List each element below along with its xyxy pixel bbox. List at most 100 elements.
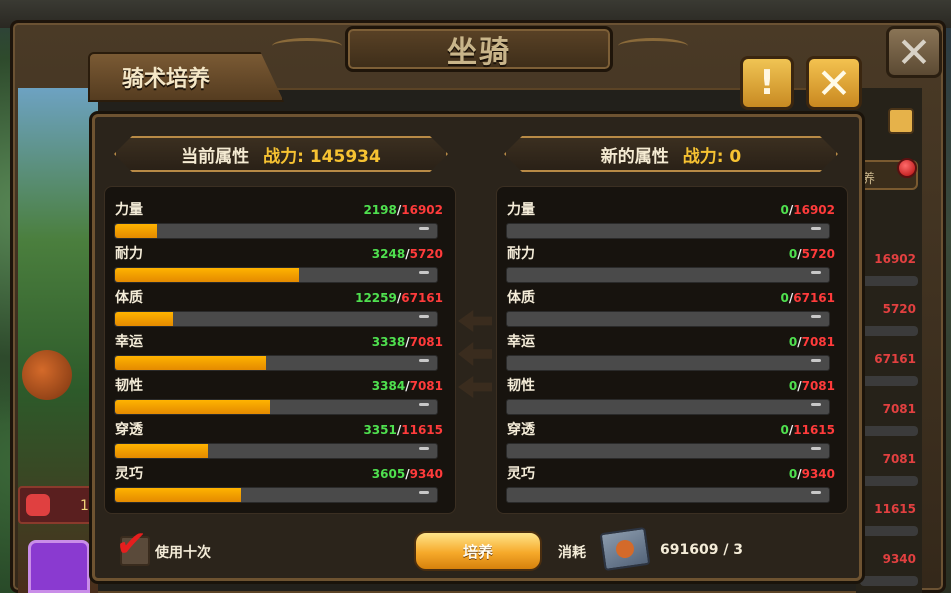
stat-row: 耐力 3248/5720 <box>105 231 455 283</box>
bg-right-bar <box>860 376 918 386</box>
stat-max: 9340 <box>801 467 835 481</box>
window-title: 坐骑 <box>345 26 613 72</box>
stat-current: 12259 <box>355 291 397 305</box>
bar-glint <box>811 359 821 362</box>
bg-right-value: 11615 <box>874 502 916 516</box>
stat-name: 穿透 <box>115 422 143 438</box>
stat-max: 5720 <box>801 247 835 261</box>
stat-progress-bar <box>114 487 438 503</box>
exclamation-icon: ! <box>759 63 775 103</box>
section-tab-label: 骑术培养 <box>122 67 211 92</box>
stat-max: 9340 <box>409 467 443 481</box>
stat-current: 3338 <box>371 335 406 349</box>
stat-row: 穿透 0/11615 <box>497 407 847 459</box>
bg-right-bar <box>860 526 918 536</box>
stat-value: 0/11615 <box>781 423 836 437</box>
stat-current: 3248 <box>371 247 406 261</box>
close-button[interactable]: ✕ <box>806 56 862 110</box>
stat-max: 7081 <box>409 379 443 393</box>
stat-name: 耐力 <box>507 246 535 262</box>
stat-value: 3384/7081 <box>372 379 443 393</box>
bar-glint <box>419 359 429 362</box>
bar-glint <box>811 403 821 406</box>
stat-value: 3605/9340 <box>372 467 443 481</box>
stat-current: 0 <box>788 467 798 481</box>
bg-info-button[interactable] <box>888 108 914 134</box>
stat-name: 幸运 <box>507 334 535 350</box>
cost-value: 691609 / 3 <box>660 542 744 558</box>
stat-name: 幸运 <box>115 334 143 350</box>
stat-name: 灵巧 <box>507 466 535 482</box>
train-button[interactable]: 培养 <box>414 531 542 571</box>
bar-glint <box>811 447 821 450</box>
bar-glint <box>811 315 821 318</box>
bar-glint <box>419 315 429 318</box>
bar-glint <box>419 447 429 450</box>
stat-row: 体质 0/67161 <box>497 275 847 327</box>
stat-name: 力量 <box>115 202 143 218</box>
bar-glint <box>811 491 821 494</box>
stat-current: 0 <box>780 203 789 217</box>
stat-value: 0/67161 <box>781 291 836 305</box>
stat-current: 0 <box>780 423 789 437</box>
stat-name: 穿透 <box>507 422 535 438</box>
stat-max: 16902 <box>401 203 443 217</box>
bg-right-value: 7081 <box>882 452 916 466</box>
stat-max: 67161 <box>401 291 443 305</box>
stat-name: 韧性 <box>115 378 143 394</box>
bg-right-bar <box>860 476 918 486</box>
training-book-icon <box>599 526 651 572</box>
stat-value: 3351/11615 <box>363 423 443 437</box>
section-tab[interactable]: 骑术培养 <box>88 52 284 102</box>
stat-current: 3605 <box>371 467 406 481</box>
window-close-button[interactable]: ✕ <box>886 26 942 78</box>
stat-row: 体质 12259/67161 <box>105 275 455 327</box>
stat-max: 5720 <box>409 247 443 261</box>
stat-value: 0/7081 <box>789 379 835 393</box>
window-title-text: 坐骑 <box>447 35 511 70</box>
stat-name: 力量 <box>507 202 535 218</box>
stat-current: 0 <box>788 335 798 349</box>
info-button[interactable]: ! <box>740 56 794 110</box>
bg-right-value: 16902 <box>874 252 916 266</box>
current-attr-header: 当前属性 战力: 145934 <box>114 136 448 172</box>
stat-max: 16902 <box>793 203 835 217</box>
stat-progress-fill <box>115 488 241 502</box>
mount-avatar[interactable] <box>28 540 90 593</box>
stat-row: 灵巧 3605/9340 <box>105 451 455 503</box>
stat-max: 7081 <box>409 335 443 349</box>
bg-right-bar <box>860 326 918 336</box>
stat-max: 67161 <box>793 291 835 305</box>
stat-row: 韧性 3384/7081 <box>105 363 455 415</box>
book-emblem <box>614 538 636 560</box>
bg-right-bar <box>860 276 918 286</box>
stat-row: 穿透 3351/11615 <box>105 407 455 459</box>
new-attr-header: 新的属性 战力: 0 <box>504 136 838 172</box>
stat-name: 灵巧 <box>115 466 143 482</box>
bar-glint <box>419 271 429 274</box>
stat-value: 12259/67161 <box>355 291 443 305</box>
heart-icon <box>26 494 50 516</box>
stat-max: 7081 <box>801 379 835 393</box>
close-icon: ✕ <box>896 27 932 77</box>
bg-right-value: 5720 <box>882 302 916 316</box>
new-stats-panel: 力量 0/16902 耐力 0/5720 体质 0/67161 幸运 0/7081 韧性 0/70… <box>496 186 848 514</box>
stat-current: 0 <box>788 247 798 261</box>
stat-max: 7081 <box>801 335 835 349</box>
stat-current: 3384 <box>371 379 406 393</box>
stat-value: 0/9340 <box>789 467 835 481</box>
stat-row: 灵巧 0/9340 <box>497 451 847 503</box>
stat-row: 幸运 3338/7081 <box>105 319 455 371</box>
new-power: 战力: 0 <box>682 146 742 167</box>
bg-right-value: 67161 <box>874 352 916 366</box>
current-attr-label: 当前属性 <box>181 146 250 167</box>
current-power: 战力: 145934 <box>263 146 381 167</box>
stat-row: 力量 2198/16902 <box>105 187 455 239</box>
bar-glint <box>419 227 429 230</box>
bar-glint <box>419 403 429 406</box>
stat-row: 幸运 0/7081 <box>497 319 847 371</box>
stat-current: 3351 <box>363 423 397 437</box>
stat-max: 11615 <box>793 423 835 437</box>
bg-right-value: 7081 <box>882 402 916 416</box>
stat-name: 体质 <box>115 290 143 306</box>
